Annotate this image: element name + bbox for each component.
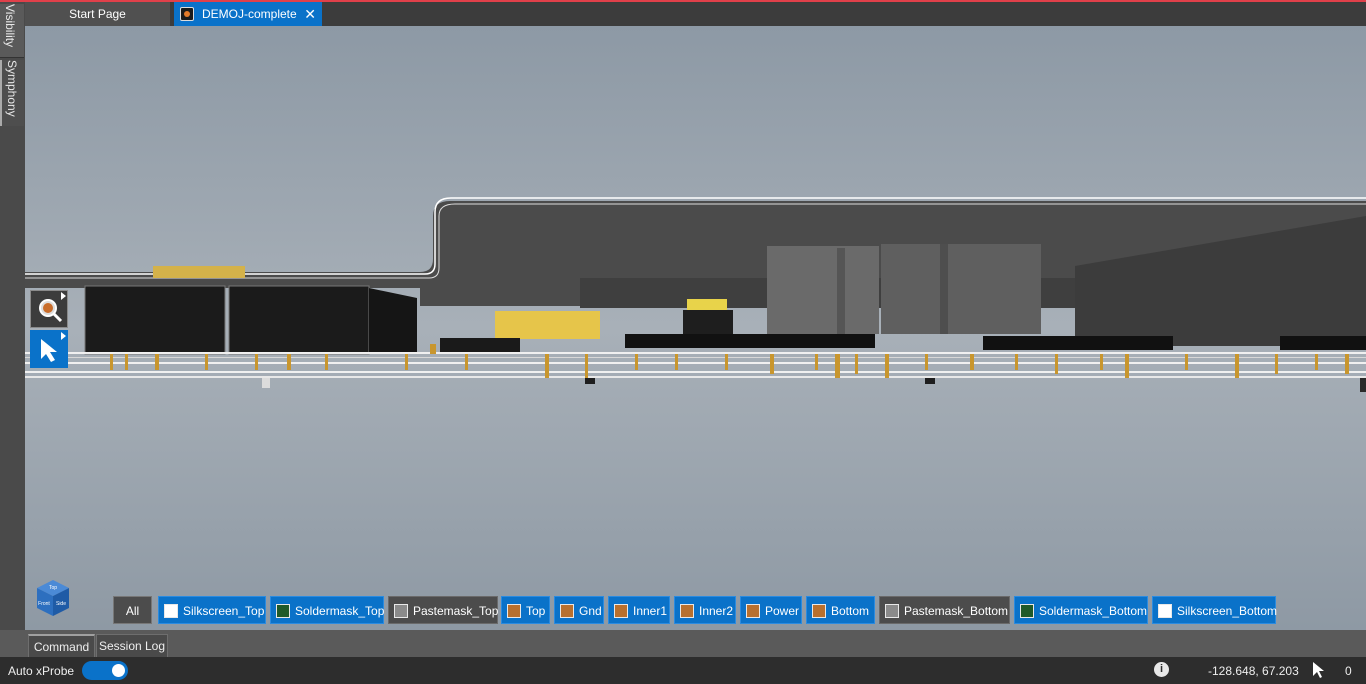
layer-swatch: [507, 604, 521, 618]
layer-swatch: [164, 604, 178, 618]
black-ic-3: [369, 288, 417, 354]
cursor-icon: [1313, 662, 1324, 678]
connector-left-detail: [837, 248, 845, 334]
layer-bottom[interactable]: Bottom: [806, 596, 875, 624]
pcb-document-icon: [180, 7, 194, 21]
tab-label: DEMOJ-complete: [202, 7, 297, 21]
auto-xprobe-label: Auto xProbe: [8, 664, 75, 678]
black-ic-2: [228, 285, 370, 355]
black-ic-6: [1280, 336, 1366, 350]
layer-inner2[interactable]: Inner2: [674, 596, 736, 624]
view-cube-face-top: Top: [49, 585, 57, 591]
side-panel-tabs: Visibility Symphony: [0, 2, 25, 630]
pcb-3d-scene: [25, 197, 1366, 392]
layer-inner1[interactable]: Inner1: [608, 596, 670, 624]
yellow-button: [687, 299, 727, 311]
layer-pastemask-bottom[interactable]: Pastemask_Bottom: [879, 596, 1010, 624]
black-ic-5: [983, 336, 1173, 350]
black-ic-4: [625, 334, 875, 348]
pcb-layer-1: [25, 352, 1366, 354]
layer-swatch: [614, 604, 628, 618]
tab-symphony[interactable]: Symphony: [0, 60, 24, 126]
layer-pastemask-top[interactable]: Pastemask_Top: [388, 596, 498, 624]
zoom-tool-button[interactable]: [30, 290, 68, 328]
layer-swatch: [276, 604, 290, 618]
black-ic-7: [440, 338, 520, 352]
pcb-layer-3: [25, 362, 1366, 364]
bottom-panel-tabs: Command Session Log: [0, 630, 1366, 657]
tool-flyout-arrow: [61, 292, 66, 300]
yellow-component-left: [153, 266, 245, 278]
3d-viewport[interactable]: Top Front Side All Silkscreen_Top Solder…: [25, 26, 1366, 630]
status-bar: Auto xProbe i -128.648, 67.203 0: [0, 657, 1366, 684]
layer-swatch: [1020, 604, 1034, 618]
info-icon[interactable]: i: [1154, 662, 1169, 677]
pcb-layer-4: [25, 371, 1366, 373]
layer-top[interactable]: Top: [501, 596, 550, 624]
select-tool-button[interactable]: [30, 330, 68, 368]
yellow-component-mid: [495, 311, 600, 339]
layer-soldermask-top[interactable]: Soldermask_Top: [270, 596, 384, 624]
layer-gnd[interactable]: Gnd: [554, 596, 604, 624]
layer-silkscreen-top[interactable]: Silkscreen_Top: [158, 596, 266, 624]
layer-swatch: [812, 604, 826, 618]
pcb-layer-5: [25, 376, 1366, 378]
view-cube-face-front: Front: [38, 601, 50, 607]
connector-right-detail: [940, 244, 948, 334]
toggle-knob: [112, 664, 125, 677]
layer-power[interactable]: Power: [740, 596, 802, 624]
button-base: [683, 310, 733, 336]
app-window: Visibility Symphony Start Page DEMOJ-com…: [0, 0, 1366, 684]
selection-count: 0: [1345, 664, 1352, 678]
layer-soldermask-bottom[interactable]: Soldermask_Bottom: [1014, 596, 1148, 624]
layer-swatch: [1158, 604, 1172, 618]
tab-demoj-complete[interactable]: DEMOJ-complete ✕: [174, 2, 322, 26]
tool-flyout-arrow: [61, 332, 66, 340]
layer-swatch: [560, 604, 574, 618]
view-cube-face-side: Side: [56, 601, 66, 607]
cursor-coordinates: -128.648, 67.203: [1208, 664, 1299, 678]
bottom-part-2: [585, 378, 595, 384]
pcb-layer-2: [25, 357, 1366, 358]
layer-all-button[interactable]: All: [113, 596, 152, 624]
bottom-part-4: [1360, 378, 1366, 392]
layer-silkscreen-bottom[interactable]: Silkscreen_Bottom: [1152, 596, 1277, 624]
layer-swatch: [680, 604, 694, 618]
tab-command[interactable]: Command: [28, 634, 95, 657]
auto-xprobe-toggle[interactable]: [82, 661, 128, 680]
black-ic-1: [84, 285, 226, 355]
layer-swatch: [885, 604, 899, 618]
connector-right: [881, 244, 1041, 334]
tab-session-log[interactable]: Session Log: [96, 634, 168, 657]
tab-visibility[interactable]: Visibility: [0, 4, 24, 58]
document-tab-bar: Start Page DEMOJ-complete ✕: [25, 2, 1366, 26]
connector-left: [767, 246, 879, 334]
view-cube-icon[interactable]: Top Front Side: [33, 578, 73, 618]
bottom-part-3: [925, 378, 935, 384]
tab-start-page[interactable]: Start Page: [25, 2, 170, 26]
layer-swatch: [394, 604, 408, 618]
close-icon[interactable]: ✕: [304, 2, 316, 26]
layer-swatch: [746, 604, 760, 618]
bottom-part-1: [262, 378, 270, 388]
